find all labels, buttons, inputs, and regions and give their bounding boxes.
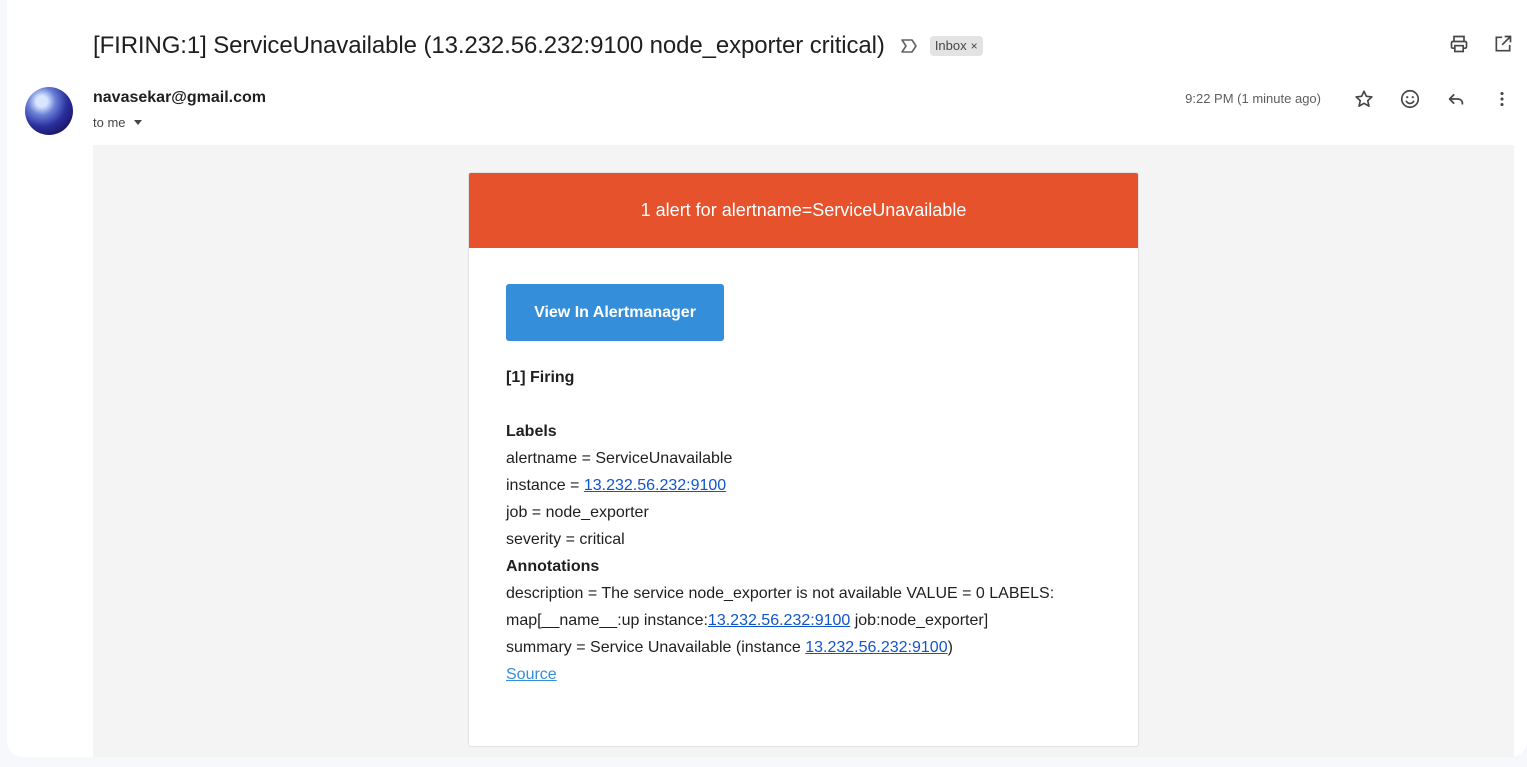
- alert-card-content: View In Alertmanager [1] Firing Labels a…: [506, 284, 1106, 688]
- emoji-reaction-icon[interactable]: [1399, 88, 1421, 110]
- annotations-heading: Annotations: [506, 558, 600, 575]
- label-instance-key: instance =: [506, 477, 584, 494]
- summary-instance-link[interactable]: 13.232.56.232:9100: [805, 639, 947, 656]
- description-map-suffix: job:node_exporter]: [850, 612, 989, 629]
- description-instance-link[interactable]: 13.232.56.232:9100: [708, 612, 850, 629]
- alert-card: 1 alert for alertname=ServiceUnavailable…: [468, 172, 1139, 747]
- open-in-new-window-icon[interactable]: [1493, 34, 1513, 54]
- recipient-details-toggle[interactable]: to me: [93, 115, 142, 130]
- more-vertical-icon[interactable]: [1491, 88, 1513, 110]
- email-body: 1 alert for alertname=ServiceUnavailable…: [93, 145, 1514, 757]
- sender-avatar[interactable]: [25, 87, 73, 135]
- sender-email: navasekar@gmail.com: [93, 89, 267, 106]
- firing-count: [1] Firing: [506, 369, 575, 386]
- alert-card-header: 1 alert for alertname=ServiceUnavailable: [469, 173, 1138, 248]
- inbox-label-text: Inbox: [934, 38, 967, 53]
- summary-suffix: ): [947, 639, 953, 656]
- label-instance: instance = 13.232.56.232:9100: [506, 472, 1106, 499]
- labels-heading: Labels: [506, 423, 557, 440]
- source-link[interactable]: Source: [506, 666, 557, 683]
- chevron-down-icon[interactable]: [133, 120, 142, 125]
- remove-label-icon[interactable]: ×: [971, 39, 978, 53]
- print-icon[interactable]: [1449, 34, 1469, 54]
- star-icon[interactable]: [1353, 88, 1375, 110]
- label-job: job = node_exporter: [506, 504, 649, 521]
- subject-row: [FIRING:1] ServiceUnavailable (13.232.56…: [93, 28, 983, 64]
- description-map-prefix: map[__name__:up instance:: [506, 612, 708, 629]
- important-marker-icon[interactable]: [899, 36, 919, 56]
- email-timestamp: 9:22 PM (1 minute ago): [1185, 91, 1321, 106]
- view-in-alertmanager-button[interactable]: View In Alertmanager: [506, 284, 724, 341]
- reply-icon[interactable]: [1445, 88, 1467, 110]
- alert-details: Labels alertname = ServiceUnavailable in…: [506, 418, 1106, 688]
- recipient-label: to me: [93, 115, 126, 130]
- annotation-description-line2: map[__name__:up instance:13.232.56.232:9…: [506, 607, 1106, 634]
- annotation-description-line1: description = The service node_exporter …: [506, 585, 1055, 602]
- message-actions: [1353, 88, 1513, 110]
- email-subject: [FIRING:1] ServiceUnavailable (13.232.56…: [93, 32, 885, 59]
- summary-prefix: summary = Service Unavailable (instance: [506, 639, 806, 656]
- inbox-label-chip: Inbox ×: [929, 36, 983, 56]
- label-severity: severity = critical: [506, 531, 625, 548]
- label-alertname: alertname = ServiceUnavailable: [506, 450, 733, 467]
- instance-link[interactable]: 13.232.56.232:9100: [584, 477, 726, 494]
- annotation-summary: summary = Service Unavailable (instance …: [506, 634, 1106, 661]
- thread-actions: [1449, 34, 1513, 54]
